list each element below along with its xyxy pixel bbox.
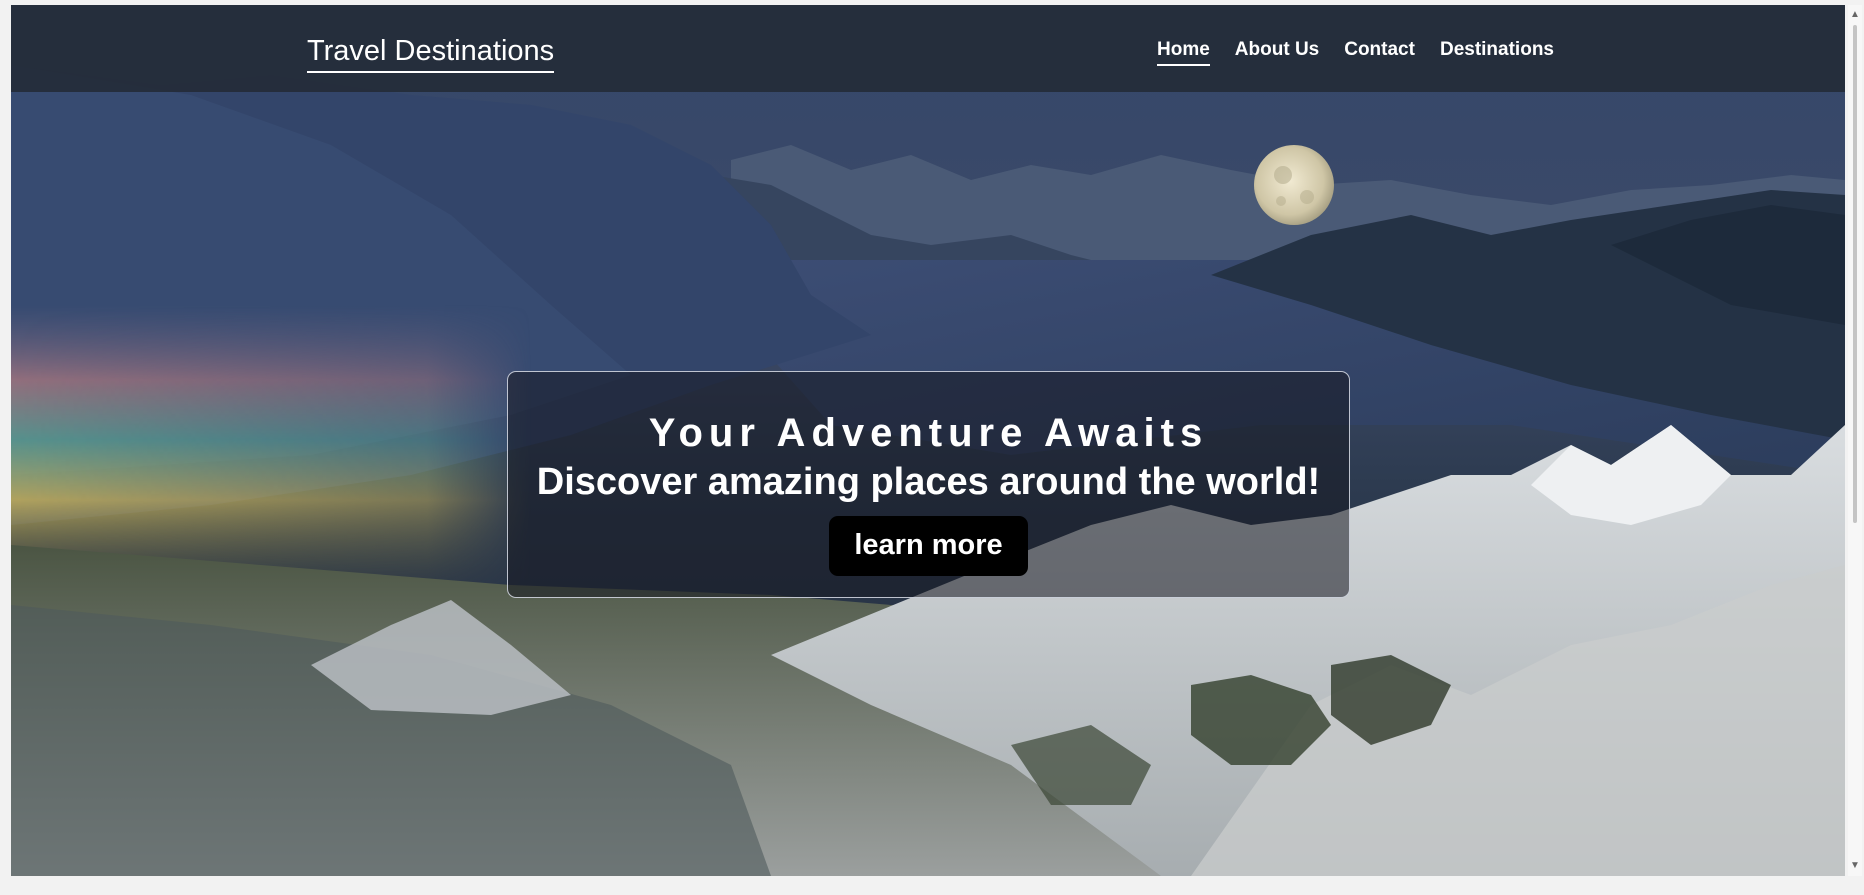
nav-link-about-us[interactable]: About Us: [1235, 38, 1319, 66]
hero-card: Your Adventure Awaits Discover amazing p…: [507, 371, 1350, 598]
hero-subtitle: Discover amazing places around the world…: [536, 461, 1321, 503]
nav-link-home[interactable]: Home: [1157, 38, 1210, 66]
learn-more-button[interactable]: learn more: [829, 516, 1028, 576]
hero-title: Your Adventure Awaits: [648, 411, 1209, 455]
chevron-down-icon[interactable]: ▼: [1849, 860, 1861, 872]
nav-link-contact[interactable]: Contact: [1344, 38, 1415, 66]
nav-links: Home About Us Contact Destinations: [1157, 38, 1554, 66]
vertical-scrollbar[interactable]: ▲ ▼: [1848, 5, 1862, 876]
nav-link-destinations[interactable]: Destinations: [1440, 38, 1554, 66]
page-viewport: Travel Destinations Home About Us Contac…: [11, 5, 1845, 876]
brand-logo-link[interactable]: Travel Destinations: [307, 33, 555, 73]
scrollbar-thumb[interactable]: [1853, 25, 1857, 523]
chevron-up-icon[interactable]: ▲: [1849, 9, 1861, 21]
top-navbar: Travel Destinations Home About Us Contac…: [11, 5, 1845, 92]
